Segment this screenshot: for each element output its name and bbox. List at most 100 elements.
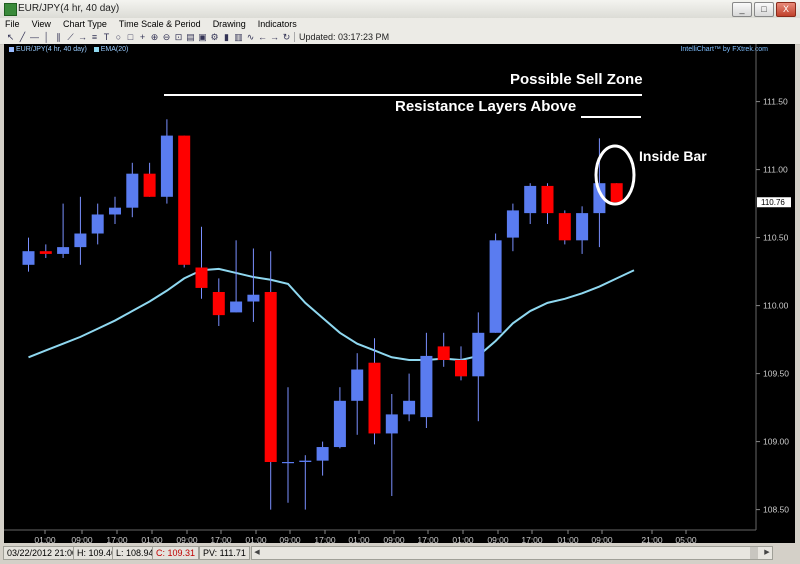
candle xyxy=(489,233,502,333)
candle-body xyxy=(74,233,87,248)
text-tool-icon[interactable]: T xyxy=(102,32,111,42)
crosshair-icon[interactable]: + xyxy=(138,32,147,42)
menu-indicators[interactable]: Indicators xyxy=(258,18,297,31)
x-tick-label: 21:00 xyxy=(641,535,663,543)
window-controls: _ □ X xyxy=(732,2,796,17)
line-chart-icon[interactable]: ∿ xyxy=(246,32,255,42)
candle xyxy=(333,387,346,449)
ema-line xyxy=(28,267,635,362)
pointer-icon[interactable]: ↖ xyxy=(6,32,15,42)
candle-body xyxy=(455,360,467,377)
candle xyxy=(195,226,208,299)
candle xyxy=(39,244,52,258)
fit-icon[interactable]: ⊡ xyxy=(174,32,183,42)
minimize-button[interactable]: _ xyxy=(732,2,752,17)
candle-body xyxy=(264,292,277,462)
x-tick-label: 01:00 xyxy=(348,535,370,543)
candle xyxy=(109,196,121,224)
resistance-label: Resistance Layers Above xyxy=(395,98,576,115)
scroll-left-icon[interactable]: ← xyxy=(258,32,267,42)
menu-drawing[interactable]: Drawing xyxy=(213,18,246,31)
toolbar-separator xyxy=(294,32,295,42)
x-tick-label: 17:00 xyxy=(417,535,439,543)
candle-body xyxy=(576,213,589,241)
status-low: L: 108.94 xyxy=(112,546,158,560)
save-icon[interactable]: ▣ xyxy=(198,32,207,42)
zoom-out-icon[interactable]: ⊖ xyxy=(162,32,171,42)
menu-view[interactable]: View xyxy=(32,18,51,31)
rectangle-tool-icon[interactable]: □ xyxy=(126,32,135,42)
candle xyxy=(558,210,571,245)
menu-file[interactable]: File xyxy=(5,18,20,31)
x-tick-label: 17:00 xyxy=(521,535,543,543)
toolbar: ↖ ╱ ― │ ∥ ⟋ → ≡ T ○ □ + ⊕ ⊖ ⊡ ▤ ▣ ⚙ ▮ ▥ … xyxy=(0,31,800,45)
title-bar: EUR/JPY(4 hr, 40 day) _ □ X xyxy=(0,0,800,19)
candle-body xyxy=(109,207,121,215)
horizontal-line-icon[interactable]: ― xyxy=(30,32,39,42)
sell-zone-label: Possible Sell Zone xyxy=(510,71,643,88)
candle-body xyxy=(178,135,191,265)
candle xyxy=(22,237,35,272)
candle xyxy=(403,373,416,422)
candle-body xyxy=(368,362,381,434)
x-tick-label: 01:00 xyxy=(557,535,579,543)
print-icon[interactable]: ▤ xyxy=(186,32,195,42)
menu-time-scale[interactable]: Time Scale & Period xyxy=(119,18,201,31)
scrollbar-thumb[interactable] xyxy=(750,547,758,559)
scroll-right-icon[interactable]: → xyxy=(270,32,279,42)
fibonacci-icon[interactable]: ≡ xyxy=(90,32,99,42)
candlestick-icon[interactable]: ▮ xyxy=(222,32,231,42)
x-tick-label: 09:00 xyxy=(71,535,93,543)
candle xyxy=(57,203,70,258)
line-tool-icon[interactable]: ╱ xyxy=(18,32,27,42)
y-tick-label: 108.50 xyxy=(763,505,789,515)
candle-body xyxy=(91,214,104,234)
settings-icon[interactable]: ⚙ xyxy=(210,32,219,42)
candle-body xyxy=(57,247,70,254)
x-tick-label: 01:00 xyxy=(452,535,474,543)
x-tick-label: 09:00 xyxy=(383,535,405,543)
scroll-right-arrow-icon[interactable]: ▶ xyxy=(762,547,772,559)
y-tick-label: 111.00 xyxy=(763,165,788,175)
x-tick-label: 17:00 xyxy=(314,535,336,543)
candle-body xyxy=(351,369,364,401)
circle-tool-icon[interactable]: ○ xyxy=(114,32,123,42)
ray-icon[interactable]: → xyxy=(78,32,87,42)
trend-icon[interactable]: ⟋ xyxy=(66,32,75,42)
maximize-button[interactable]: □ xyxy=(754,2,774,17)
candle xyxy=(74,196,87,265)
candle-body xyxy=(558,213,571,241)
close-button[interactable]: X xyxy=(776,2,796,17)
candle-body xyxy=(524,185,537,214)
last-price-label: 110.76 xyxy=(761,198,785,207)
y-tick-label: 111.50 xyxy=(763,97,788,107)
candle xyxy=(316,441,329,476)
vertical-line-icon[interactable]: │ xyxy=(42,32,51,42)
candle xyxy=(299,455,312,510)
candle-body xyxy=(212,292,225,316)
candle-body xyxy=(143,173,156,197)
candle xyxy=(576,206,589,254)
menu-chart-type[interactable]: Chart Type xyxy=(63,18,107,31)
status-close: C: 109.31 xyxy=(152,546,200,560)
x-tick-label: 01:00 xyxy=(34,535,56,543)
status-bar: 03/22/2012 21:00:00 H: 109.46 L: 108.94 … xyxy=(0,543,800,564)
channel-icon[interactable]: ∥ xyxy=(54,32,63,42)
x-tick-label: 17:00 xyxy=(106,535,128,543)
candle-body xyxy=(610,183,623,203)
refresh-icon[interactable]: ↻ xyxy=(282,32,291,42)
price-chart[interactable]: Possible Sell Zone Resistance Layers Abo… xyxy=(4,44,795,543)
scroll-left-arrow-icon[interactable]: ◀ xyxy=(252,547,262,559)
candle-body xyxy=(160,135,173,197)
y-tick-label: 110.50 xyxy=(763,233,789,243)
chart-frame[interactable]: EUR/JPY(4 hr, 40 day) EMA(20) IntelliCha… xyxy=(4,44,795,543)
candle xyxy=(524,183,537,224)
y-tick-label: 110.00 xyxy=(763,301,789,311)
candle-body xyxy=(437,346,450,360)
zoom-in-icon[interactable]: ⊕ xyxy=(150,32,159,42)
updated-time: Updated: 03:17:23 PM xyxy=(299,32,390,42)
candle-body xyxy=(126,173,139,208)
x-tick-label: 09:00 xyxy=(176,535,198,543)
time-scrollbar[interactable]: ◀ ▶ xyxy=(251,546,773,560)
bar-chart-icon[interactable]: ▥ xyxy=(234,32,243,42)
